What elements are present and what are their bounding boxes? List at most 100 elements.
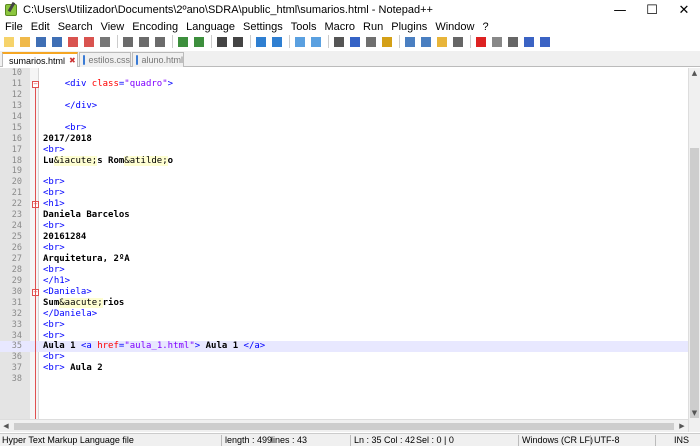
horizontal-scroll-thumb[interactable] [14, 423, 674, 430]
new-icon[interactable] [2, 35, 16, 48]
code-line[interactable]: 31 Sum&aacute;rios [0, 297, 688, 309]
code-line[interactable]: 30 <Daniela> [0, 287, 688, 298]
code-line[interactable]: 12 [0, 90, 688, 101]
code-line[interactable]: 29 </h1> [0, 276, 688, 287]
code-area[interactable]: 10 11 <div class="quadro"> 12 13 </div> 14 15… [0, 68, 688, 385]
menu-encoding[interactable]: Encoding [128, 21, 182, 33]
record-icon[interactable] [474, 35, 488, 48]
copy-icon[interactable] [137, 35, 151, 48]
code-line[interactable]: 32 </Daniela> [0, 309, 688, 320]
save-icon[interactable] [34, 35, 48, 48]
function-list-icon[interactable] [419, 35, 433, 48]
code-token: &atilde; [124, 155, 168, 166]
menu-language[interactable]: Language [182, 21, 239, 33]
menu-plugins[interactable]: Plugins [387, 21, 431, 33]
menu-help[interactable]: ? [478, 21, 492, 33]
line-code: Sum&aacute;rios [43, 297, 124, 309]
find-icon[interactable] [215, 35, 229, 48]
close-icon[interactable] [66, 35, 80, 48]
minimize-button[interactable]: — [604, 0, 636, 20]
stop-icon[interactable] [490, 35, 504, 48]
menu-edit[interactable]: Edit [27, 21, 54, 33]
code-line[interactable]: 10 [0, 68, 688, 79]
code-line[interactable]: 17 <br> [0, 145, 688, 156]
code-line[interactable]: 26 <br> [0, 243, 688, 254]
menu-run[interactable]: Run [359, 21, 387, 33]
current-code-line[interactable]: 35 Aula 1 <a href="aula_1.html"> Aula 1 <… [0, 341, 688, 353]
vertical-scroll-thumb[interactable] [690, 148, 699, 418]
code-line[interactable]: 11 <div class="quadro"> [0, 79, 688, 90]
code-line[interactable]: 16 2017/2018 [0, 134, 688, 145]
menu-search[interactable]: Search [54, 21, 97, 33]
toolbar-separator [172, 35, 173, 48]
line-number: 16 [11, 133, 22, 144]
horizontal-scrollbar[interactable]: ◀ ▶ [0, 419, 688, 432]
redo-icon[interactable] [192, 35, 206, 48]
zoom-in-icon[interactable] [254, 35, 268, 48]
code-line[interactable]: 20 <br> [0, 177, 688, 188]
code-line[interactable]: 36 <br> [0, 352, 688, 363]
tab-aluno-html[interactable]: aluno.html [132, 52, 184, 67]
code-token: 20161284 [43, 232, 87, 243]
replace-icon[interactable] [231, 35, 245, 48]
scroll-down-icon[interactable]: ▼ [689, 408, 700, 419]
menu-window[interactable]: Window [431, 21, 478, 33]
scroll-up-icon[interactable]: ▲ [689, 68, 700, 79]
code-line[interactable]: 37 <br> Aula 2 [0, 363, 688, 374]
menu-view[interactable]: View [97, 21, 129, 33]
close-all-icon[interactable] [82, 35, 96, 48]
maximize-button[interactable]: ☐ [636, 0, 668, 20]
save-all-icon[interactable] [50, 35, 64, 48]
code-line[interactable]: 23 Daniela Barcelos [0, 210, 688, 221]
menu-tools[interactable]: Tools [287, 21, 321, 33]
tab-estilos-css[interactable]: estilos.css [79, 52, 131, 67]
monitor-icon[interactable] [451, 35, 465, 48]
code-line[interactable]: 13 </div> [0, 101, 688, 112]
code-line[interactable]: 25 20161284 [0, 232, 688, 243]
undo-icon[interactable] [176, 35, 190, 48]
code-line[interactable]: 28 <br> [0, 265, 688, 276]
line-number: 10 [11, 68, 22, 78]
sync-h-icon[interactable] [309, 35, 323, 48]
wrap-icon[interactable] [332, 35, 346, 48]
play-multiple-icon[interactable] [522, 35, 536, 48]
status-insert-mode: INS [674, 435, 690, 445]
menu-settings[interactable]: Settings [239, 21, 287, 33]
code-line[interactable]: 15 <br> [0, 123, 688, 134]
code-line[interactable]: 14 [0, 112, 688, 123]
folder-workspace-icon[interactable] [435, 35, 449, 48]
code-line[interactable]: 21 <br> [0, 188, 688, 199]
code-line[interactable]: 18 Lu&iacute;s Rom&atilde;o [0, 155, 688, 167]
print-icon[interactable] [98, 35, 112, 48]
play-icon[interactable] [506, 35, 520, 48]
udl-icon[interactable] [380, 35, 394, 48]
code-line[interactable]: 33 <br> [0, 320, 688, 331]
doc-map-icon[interactable] [403, 35, 417, 48]
code-line[interactable]: 22 <h1> [0, 199, 688, 210]
code-line[interactable]: 27 Arquitetura, 2ºA [0, 254, 688, 265]
menu-macro[interactable]: Macro [320, 21, 359, 33]
status-sel: Sel : 0 | 0 [416, 435, 454, 445]
indent-guide-icon[interactable] [364, 35, 378, 48]
open-icon[interactable] [18, 35, 32, 48]
fold-collapse-icon[interactable]: − [32, 80, 39, 88]
scroll-left-icon[interactable]: ◀ [0, 420, 12, 433]
tab-sumarios-html[interactable]: sumarios.html ✖ [2, 52, 78, 67]
paste-icon[interactable] [153, 35, 167, 48]
close-window-button[interactable]: ✕ [668, 0, 700, 20]
code-line[interactable]: 38 [0, 374, 688, 385]
menu-file[interactable]: File [0, 21, 27, 33]
cut-icon[interactable] [121, 35, 135, 48]
zoom-out-icon[interactable] [270, 35, 284, 48]
code-line[interactable]: 19 [0, 166, 688, 177]
code-line[interactable]: 24 <br> [0, 221, 688, 232]
save-macro-icon[interactable] [538, 35, 552, 48]
close-tab-icon[interactable]: ✖ [69, 56, 76, 65]
code-line[interactable]: 34 <br> [0, 331, 688, 342]
vertical-scrollbar[interactable]: ▲ ▼ [688, 68, 700, 432]
code-token: </a> [243, 341, 266, 352]
all-chars-icon[interactable] [348, 35, 362, 48]
scroll-right-icon[interactable]: ▶ [676, 420, 688, 433]
editor[interactable]: 10 11 <div class="quadro"> 12 13 </div> 14 15… [0, 68, 700, 432]
sync-v-icon[interactable] [293, 35, 307, 48]
